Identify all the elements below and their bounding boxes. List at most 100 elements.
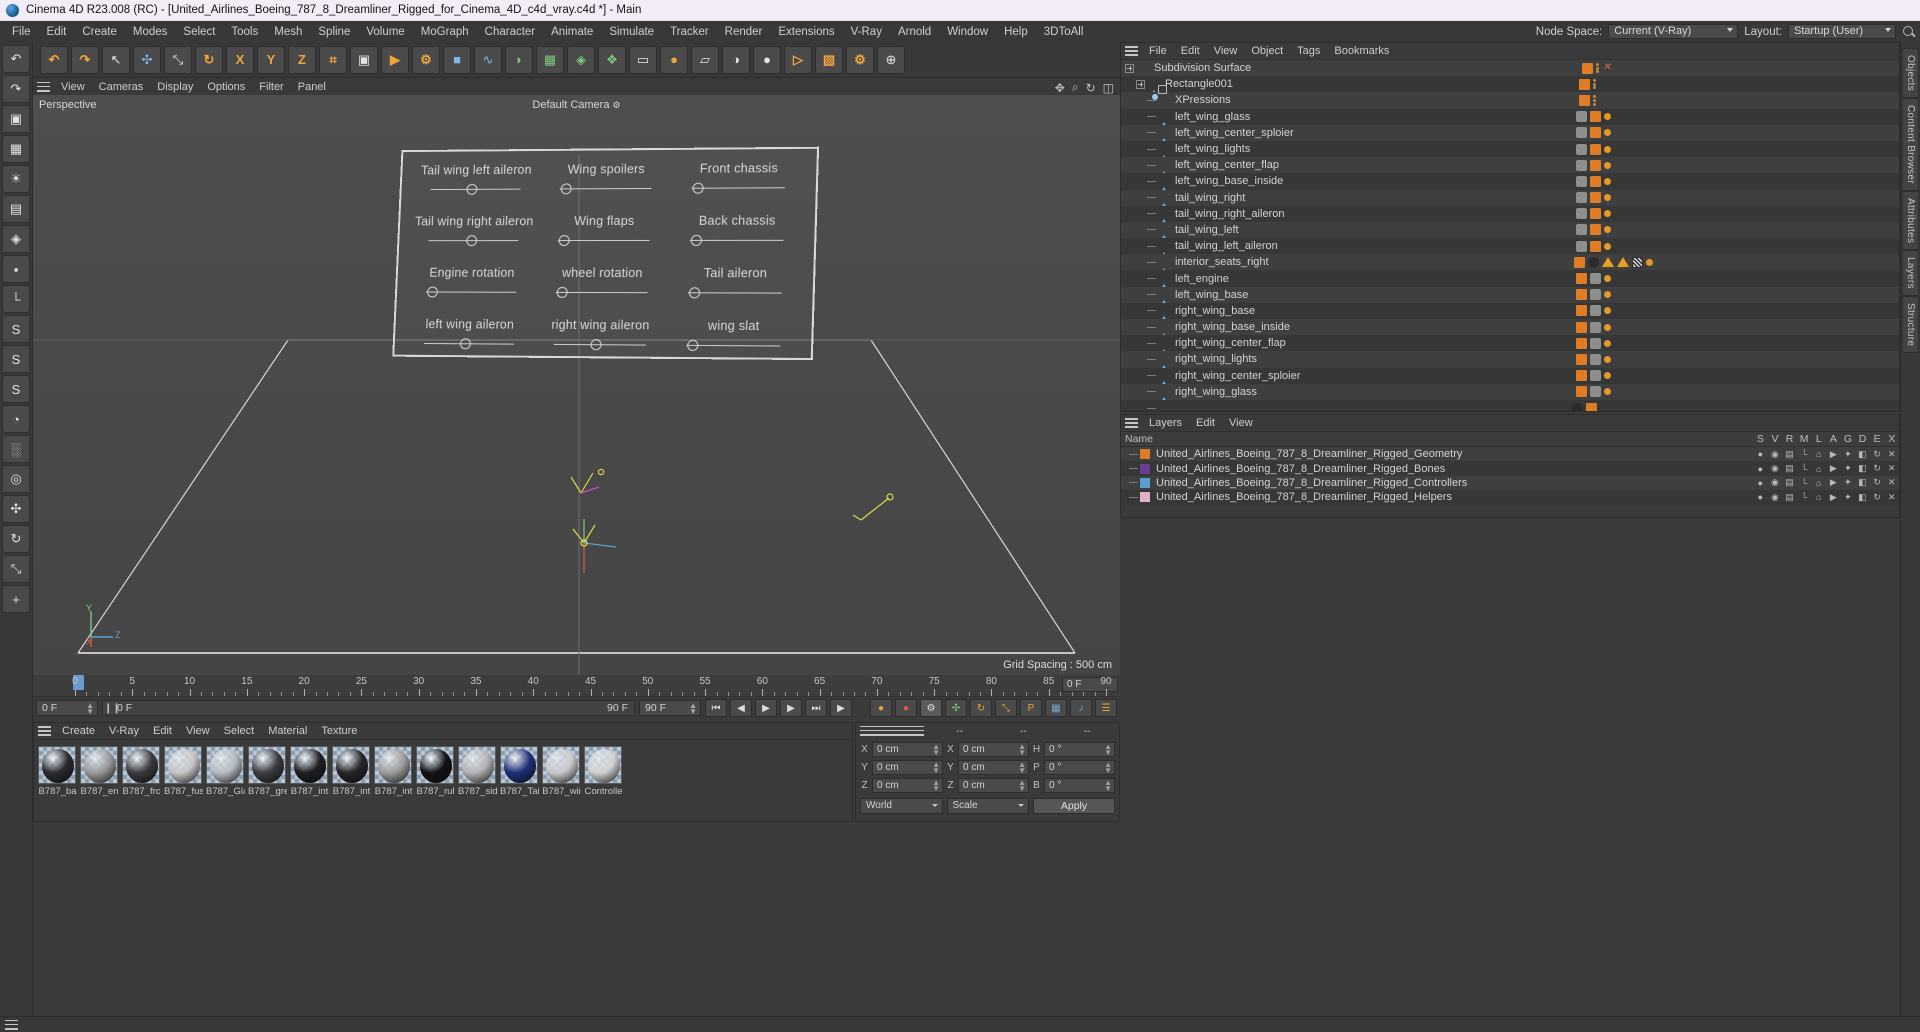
layer-toggle-V[interactable]: ◉ [1768,463,1783,474]
warning-tag-icon[interactable] [1602,257,1614,268]
coordinates-fields[interactable]: X0 cm ▲ ▼ X 0 cm ▲ ▼ H 0 ° ▲ ▼ Y 0 cm ▲ ▼ Y 0 cm ▲ ▼ P 0 ° ▲ ▼… [856,738,1119,796]
timeline-ruler[interactable]: 0 F 0 5 10 15 20 25 30 35 40 45 50 55 60 65 70 75 80 85 90 [33,675,1120,697]
play-button[interactable]: ▶ [755,699,777,717]
pan-icon[interactable]: ✥ [1055,81,1065,95]
material-preview[interactable] [122,746,160,784]
object-tags[interactable] [1576,368,1611,384]
undo-button[interactable]: ↶ [40,45,68,74]
render-to-picture-viewer-button[interactable]: ▶ [381,45,409,74]
rig-control-slider[interactable] [430,183,521,197]
autokey-button[interactable]: ● [870,699,892,717]
slider-knob[interactable] [689,287,701,299]
position-key-button[interactable]: ✣ [945,699,967,717]
mograph-button[interactable]: ❖ [598,45,626,74]
material-menu-select[interactable]: Select [217,723,262,739]
coord-rotation-input[interactable]: 0 ° ▲ ▼ [1044,777,1115,793]
layer-color-swatch[interactable] [1140,449,1150,460]
world-object-coord-button[interactable]: ⌗ [319,45,347,74]
layer-toggle-D[interactable]: ◧ [1855,492,1870,503]
slider-knob[interactable] [465,235,478,247]
close-icon[interactable]: ✕ [1603,63,1611,73]
object-row[interactable]: right_wing_lights [1121,351,1899,375]
phong-tag-icon[interactable] [1590,386,1601,398]
spinner-icon[interactable]: ▲ ▼ [1104,778,1112,792]
material-item[interactable]: B787_wii [542,746,581,797]
material-tag-icon[interactable] [1576,273,1587,285]
object-row[interactable]: interior_seats_right [1121,254,1899,278]
texture-tag-icon[interactable] [1632,256,1643,268]
object-tags[interactable] [1576,109,1611,125]
layer-toggles[interactable]: ● ◉ ▤ └ ⌂ ▶ ✦ ◧ ↻ ✕ [1753,477,1899,488]
rig-control-slider[interactable] [428,234,519,248]
menu-tracker[interactable]: Tracker [662,23,717,41]
objmgr-menu-edit[interactable]: Edit [1174,43,1207,59]
material-menu-v-ray[interactable]: V-Ray [102,723,146,739]
menu-edit[interactable]: Edit [39,23,75,41]
layers-menu-layers[interactable]: Layers [1142,415,1189,431]
display-tag-icon[interactable] [1588,256,1599,268]
rotation-key-button[interactable]: ↻ [970,699,992,717]
material-preview[interactable] [290,746,328,784]
viewport-panel[interactable]: View Cameras Display Options Filter Panel ✥ ⌕… [33,78,1120,675]
uv-tag-icon[interactable] [1604,372,1611,380]
material-item[interactable]: B787_rul [416,746,455,797]
layer-toggle-V[interactable]: ◉ [1768,492,1783,503]
uv-tag-icon[interactable] [1604,355,1611,363]
material-menu-view[interactable]: View [179,723,217,739]
expander-icon[interactable] [1136,79,1145,89]
phong-tag-icon[interactable] [1576,240,1587,252]
layer-toggle-G[interactable]: ✦ [1841,463,1856,474]
light-object-icon[interactable]: ☀ [2,165,30,193]
array-object-icon[interactable]: ▤ [2,195,30,223]
coord-size-input[interactable]: 0 cm ▲ ▼ [958,741,1029,757]
slider-knob[interactable] [692,182,705,194]
tag-dots-icon[interactable] [1595,62,1600,74]
deformer-object-icon[interactable]: ◈ [2,225,30,253]
slider-knob[interactable] [561,183,573,195]
phong-tag-icon[interactable] [1576,192,1587,204]
floor-environment-button[interactable]: ▱ [691,45,719,74]
object-row[interactable]: right_wing_base [1121,302,1899,327]
material-tag-icon[interactable] [1590,175,1601,187]
material-item[interactable]: B787_int [290,746,329,797]
coord-rotation-input[interactable]: 0 ° ▲ ▼ [1044,759,1115,775]
goto-end-button[interactable]: ⏭ [805,699,827,717]
menu-icon[interactable] [37,81,50,92]
layer-toggle-M[interactable]: └ [1797,449,1812,459]
material-tag-icon[interactable] [1581,62,1593,74]
layout-select[interactable]: Startup (User) [1788,24,1896,39]
layer-toggles[interactable]: ● ◉ ▤ └ ⌂ ▶ ✦ ◧ ↻ ✕ [1753,492,1899,503]
layer-toggle-X[interactable]: ✕ [1884,492,1899,503]
object-tree-list[interactable]: Subdivision Surface ✕ Rectangle001 XPressio… [1121,60,1899,411]
spinner-icon[interactable]: ▲ ▼ [689,702,697,716]
object-tags[interactable] [1579,76,1597,92]
object-tags[interactable] [1576,303,1611,319]
redo-button[interactable]: ↷ [71,45,99,74]
select-live-button[interactable]: ↖ [102,45,130,74]
layer-toggle-X[interactable]: ✕ [1884,449,1899,460]
coord-position-input[interactable]: 0 cm ▲ ▼ [872,777,943,793]
material-item[interactable]: B787_en [80,746,119,797]
layer-toggle-D[interactable]: ◧ [1855,449,1870,460]
uv-tag-icon[interactable] [1604,339,1611,347]
phong-tag-icon[interactable] [1576,111,1587,123]
end-frame-field[interactable]: 90 F ▲ ▼ [639,700,701,716]
material-swatch-grid[interactable]: B787_ba B787_en B787_frc B787_fus B787_Gla B7… [34,740,852,803]
menu-icon[interactable] [5,1019,18,1030]
phong-tag-icon[interactable] [1576,159,1587,171]
rig-control-slider[interactable] [689,234,784,248]
material-item[interactable]: B787_Tai [500,746,539,797]
coordinates-panel[interactable]: -- -- -- X0 cm ▲ ▼ X 0 cm ▲ ▼ H 0 ° ▲ ▼ Y 0 cm ▲ ▼ Y 0 c… [855,722,1120,822]
menu-3dtoall[interactable]: 3DToAll [1036,23,1092,41]
layer-toggle-S[interactable]: ● [1753,492,1768,502]
add-icon[interactable]: + [2,585,30,613]
spinner-icon[interactable]: ▲ ▼ [1104,760,1112,774]
menu-window[interactable]: Window [939,23,996,41]
phong-tag-icon[interactable] [1576,224,1587,236]
phong-tag-icon[interactable] [1576,208,1587,220]
lock-z-axis-button[interactable]: Z [288,45,316,74]
apply-button[interactable]: Apply [1033,798,1115,814]
layer-row[interactable]: United_Airlines_Boeing_787_8_Dreamliner_… [1121,490,1899,505]
slider-knob[interactable] [687,339,700,352]
layer-toggle-M[interactable]: └ [1797,492,1812,502]
